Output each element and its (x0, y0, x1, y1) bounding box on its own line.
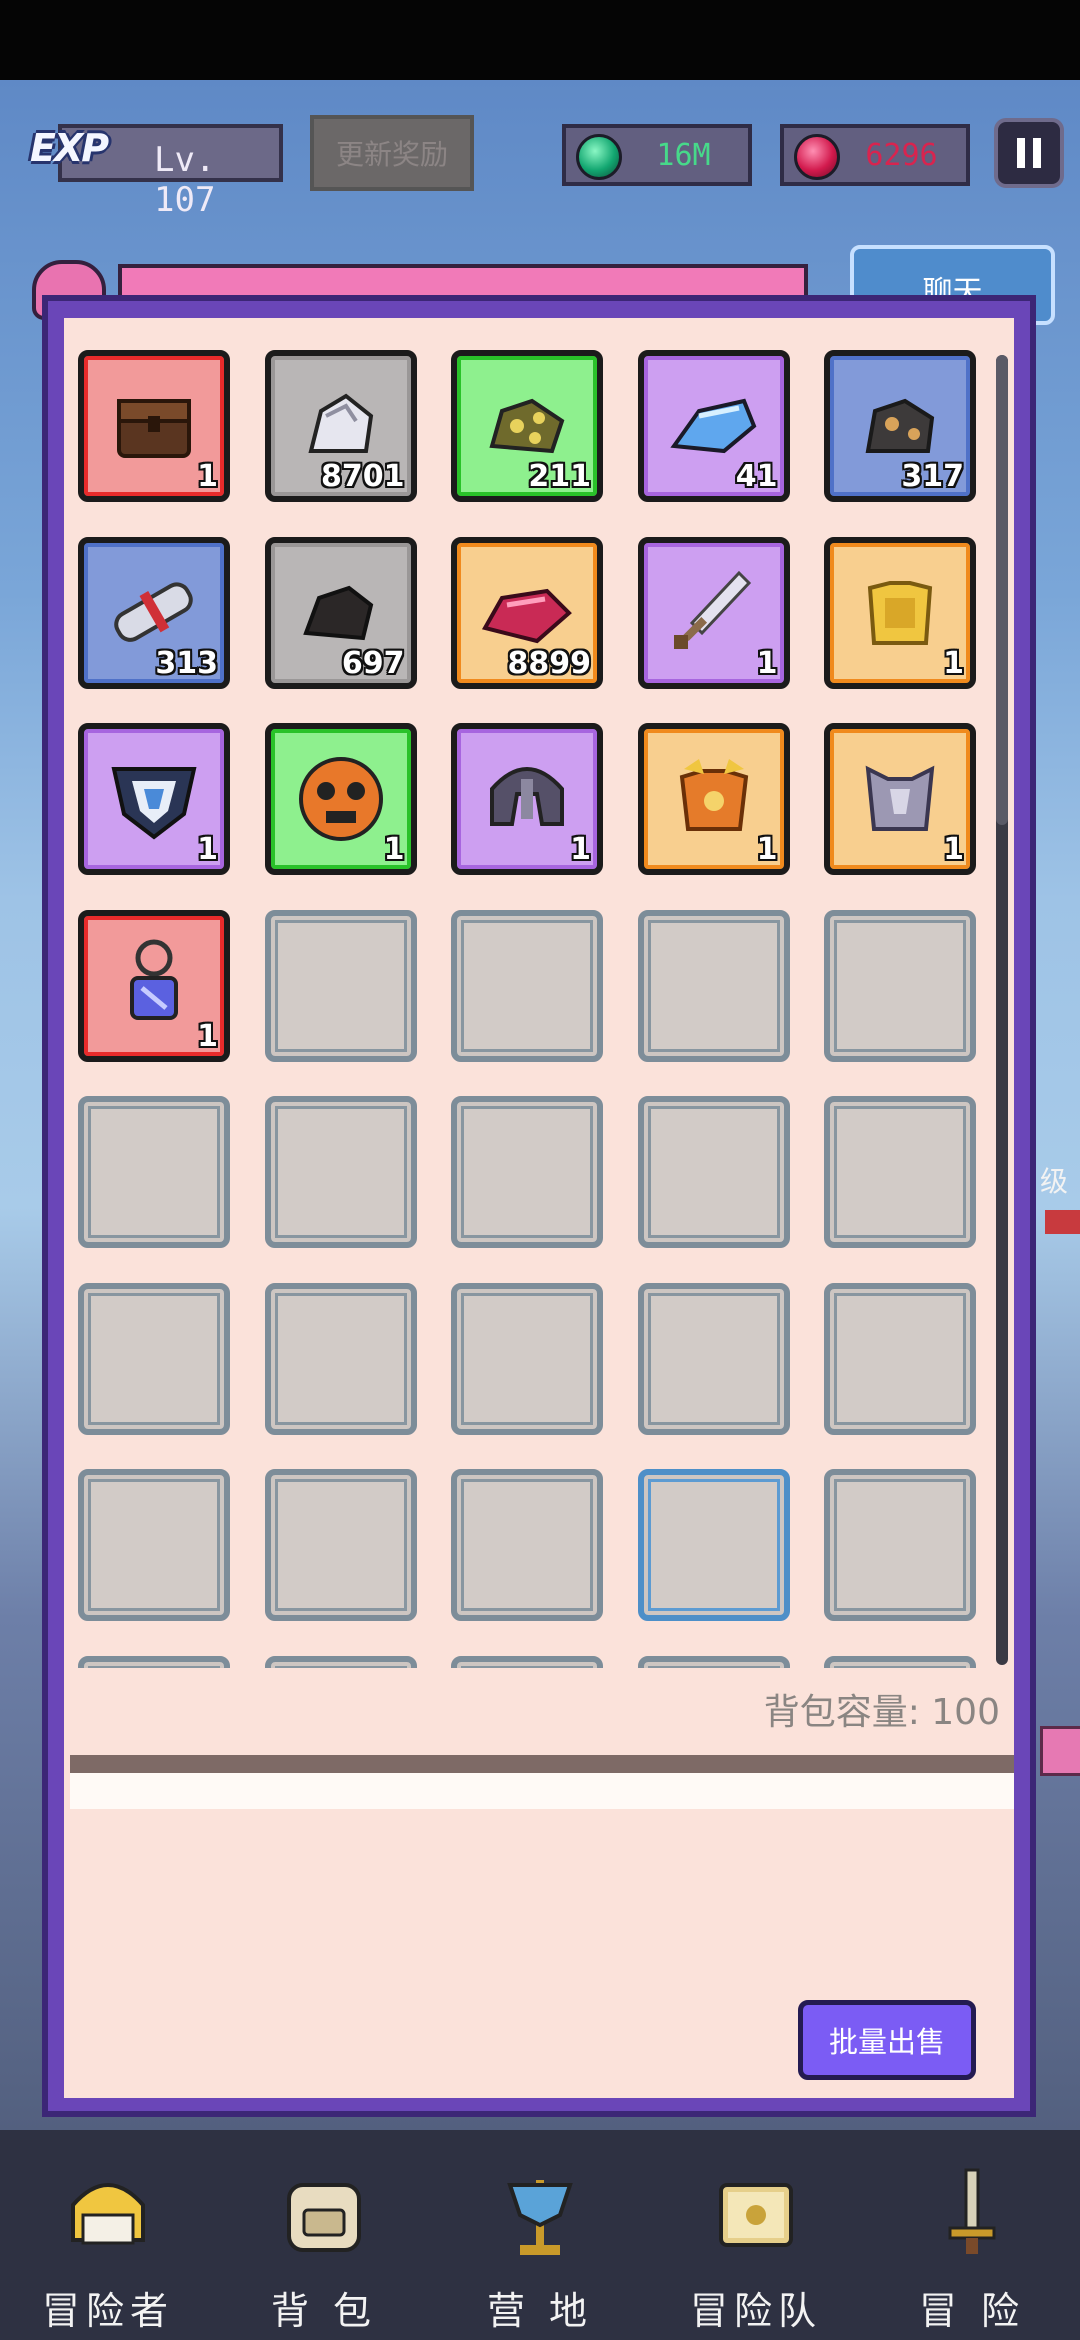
inventory-slot[interactable]: 1 (451, 723, 603, 875)
level-label: Lv. 107 (154, 140, 216, 220)
ruby-counter: 6296 (780, 124, 970, 186)
inventory-slot[interactable]: 8899 (451, 536, 603, 689)
inventory-scroll-thumb[interactable] (996, 355, 1008, 825)
empty-inventory-slot[interactable] (78, 1282, 230, 1435)
pause-button[interactable] (994, 118, 1064, 188)
item-quantity: 1 (197, 1018, 218, 1054)
item-quantity: 317 (901, 459, 964, 494)
backpack-icon (287, 2183, 361, 2252)
empty-inventory-slot[interactable] (824, 1282, 976, 1435)
empty-inventory-slot[interactable] (264, 1282, 417, 1435)
adventure-sword-icon (948, 2168, 996, 2254)
ruby-count: 6296 (865, 138, 938, 173)
empty-inventory-slot[interactable] (451, 1282, 603, 1435)
nav-item-5[interactable]: 冒 险 (872, 2130, 1072, 2340)
empty-inventory-slot[interactable] (824, 909, 976, 1062)
inventory-slot[interactable]: 8701 (264, 350, 417, 502)
item-quantity: 8899 (507, 645, 592, 681)
inventory-slot[interactable]: 317 (824, 350, 976, 502)
nav-item-1[interactable]: 冒险者 (8, 2130, 208, 2340)
pause-icon (1017, 138, 1025, 168)
inventory-slot[interactable]: 1 (264, 723, 417, 875)
empty-inventory-slot[interactable] (637, 1096, 790, 1248)
status-bar (0, 0, 1080, 80)
pause-icon-bar (1033, 138, 1041, 168)
inventory-slot[interactable]: 1 (78, 350, 230, 502)
empty-inventory-slot[interactable] (78, 1655, 230, 1668)
item-quantity: 1 (570, 832, 591, 867)
exp-level-badge: Lv. 107 EXP (30, 120, 283, 220)
crown-helmet-icon (71, 2183, 145, 2245)
empty-inventory-slot[interactable] (637, 1282, 790, 1435)
nav-label: 冒险者 (41, 2289, 174, 2333)
inventory-slot[interactable]: 313 (78, 536, 230, 689)
panel-divider-light (70, 1773, 1014, 1809)
side-red-strip (1045, 1210, 1080, 1234)
exp-icon: EXP (30, 126, 109, 170)
item-quantity: 313 (155, 645, 218, 681)
item-quantity: 1 (943, 832, 964, 867)
bulk-sell-button[interactable]: 批量出售 (798, 2000, 976, 2080)
item-quantity: 1 (943, 645, 964, 681)
empty-inventory-slot[interactable] (824, 1469, 976, 1621)
inventory-grid: 1 8701 211 41 317 313 697 8899 1 1 1 1 1 1 1 1 (78, 350, 992, 1668)
inventory-slot[interactable]: 697 (264, 536, 417, 689)
item-quantity: 697 (341, 645, 405, 681)
inventory-slot[interactable]: 1 (637, 723, 790, 875)
nav-label: 营 地 (486, 2289, 594, 2333)
nav-item-3[interactable]: 营 地 (440, 2130, 640, 2340)
ruby-icon (794, 134, 840, 180)
item-quantity: 1 (197, 832, 218, 867)
panel-divider (70, 1755, 1014, 1773)
empty-inventory-slot[interactable] (78, 1096, 230, 1248)
inventory-slot[interactable]: 1 (824, 723, 976, 875)
nav-label: 冒 险 (918, 2289, 1026, 2333)
camp-banner-icon (507, 2180, 573, 2255)
nav-label: 冒险队 (689, 2289, 822, 2333)
update-reward-button[interactable]: 更新奖励 (310, 115, 474, 191)
empty-inventory-slot[interactable] (451, 909, 603, 1062)
item-quantity: 211 (528, 459, 591, 494)
item-quantity: 1 (756, 832, 778, 867)
empty-inventory-slot[interactable] (824, 1096, 976, 1248)
empty-inventory-slot[interactable] (637, 909, 790, 1062)
item-quantity: 1 (197, 459, 218, 494)
empty-inventory-slot[interactable] (264, 1655, 417, 1668)
capacity-text: 背包容量: 100 (763, 1692, 1000, 1733)
inventory-slot[interactable]: 41 (637, 350, 790, 502)
guild-book-icon (719, 2183, 793, 2247)
inventory-slot[interactable]: 1 (78, 723, 230, 875)
nav-label: 背 包 (270, 2289, 378, 2333)
empty-inventory-slot[interactable] (451, 1096, 603, 1248)
empty-inventory-slot[interactable] (264, 1096, 417, 1248)
bottom-nav: 冒险者 背 包 营 地 冒险队 冒 险 (0, 2130, 1080, 2340)
empty-inventory-slot[interactable] (637, 1469, 790, 1621)
nav-item-2[interactable]: 背 包 (224, 2130, 424, 2340)
empty-inventory-slot[interactable] (451, 1469, 603, 1621)
emerald-icon (576, 134, 622, 180)
side-level-text: 级 (1040, 1165, 1069, 1198)
inventory-slot[interactable]: 1 (824, 536, 976, 689)
item-quantity: 1 (756, 645, 778, 681)
empty-inventory-slot[interactable] (451, 1655, 603, 1668)
empty-inventory-slot[interactable] (824, 1655, 976, 1668)
item-quantity: 1 (383, 832, 405, 867)
item-quantity: 41 (735, 459, 778, 494)
item-quantity: 8701 (321, 459, 405, 494)
emerald-count: 16M (656, 138, 711, 173)
inventory-slot[interactable]: 211 (451, 350, 603, 502)
nav-item-4[interactable]: 冒险队 (656, 2130, 856, 2340)
inventory-slot[interactable]: 1 (637, 536, 790, 689)
empty-inventory-slot[interactable] (264, 1469, 417, 1621)
empty-inventory-slot[interactable] (78, 1469, 230, 1621)
side-pink-tab[interactable] (1040, 1726, 1080, 1776)
empty-inventory-slot[interactable] (637, 1655, 790, 1668)
empty-inventory-slot[interactable] (264, 909, 417, 1062)
inventory-slot[interactable]: 1 (78, 909, 230, 1062)
emerald-counter: 16M (562, 124, 752, 186)
